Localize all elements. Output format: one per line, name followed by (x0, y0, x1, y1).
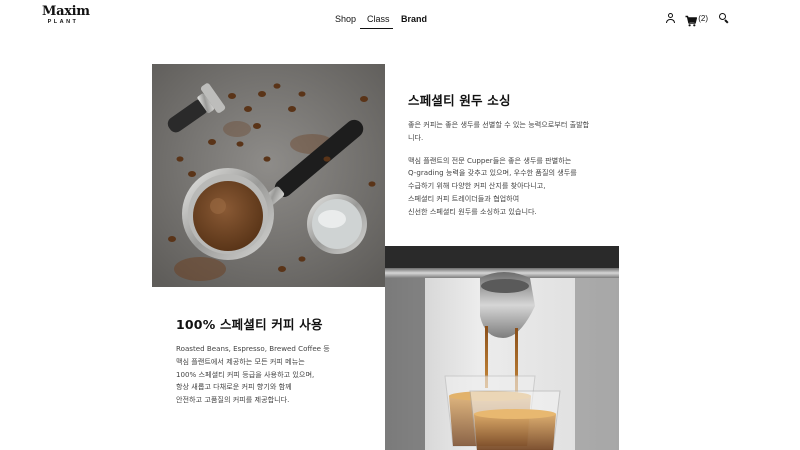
body-line: 좋은 커피는 좋은 생두를 선별할 수 있는 능력으로부터 출발합 (408, 120, 590, 129)
body-line: 신선한 스페셜티 원두를 소싱하고 있습니다. (408, 206, 537, 216)
cart-icon (685, 12, 698, 27)
logo[interactable]: Maxim PLANT (42, 4, 90, 27)
nav-item-shop[interactable]: Shop (335, 13, 356, 25)
body-line: 니다. (408, 132, 424, 142)
body-line: 안전하고 고품질의 커피를 제공합니다. (176, 395, 290, 405)
logo-wordmark: Maxim (42, 4, 90, 19)
logo-subtitle: PLANT (47, 19, 79, 25)
body-line: Roasted Beans, Espresso, Brewed Coffee 등 (176, 344, 330, 353)
section-body: Roasted Beans, Espresso, Brewed Coffee 등… (176, 343, 376, 407)
nav-item-class[interactable]: Class (367, 13, 390, 25)
nav-active-indicator (360, 28, 393, 29)
body-line: 수급하기 위해 다양한 커피 산지를 찾아다니고, (408, 181, 546, 191)
body-line: Q-grading 능력을 갖추고 있으며, 우수한 품질의 생두를 (408, 168, 577, 178)
user-icon[interactable] (665, 12, 677, 24)
body-line: 100% 스페셜티 커피 등급을 사용하고 있으며, (176, 369, 315, 379)
body-line: 스페셜티 커피 트레이더들과 협업하여 (408, 193, 520, 203)
section-title: 100% 스페셜티 커피 사용 (176, 317, 323, 332)
body-line: 맥심 플랜트에서 제공하는 모든 커피 메뉴는 (176, 356, 305, 366)
espresso-pour-image (385, 246, 619, 450)
section-specialty-coffee: 100% 스페셜티 커피 사용 Roasted Beans, Espresso,… (176, 316, 376, 407)
cart-button[interactable]: (2) (685, 12, 708, 27)
cart-count: (2) (698, 13, 708, 23)
portafilter-image (152, 64, 385, 287)
search-icon[interactable] (718, 12, 730, 24)
section-body: 좋은 커피는 좋은 생두를 선별할 수 있는 능력으로부터 출발합 니다. 맥심… (408, 119, 608, 219)
body-line: 맥심 플랜트의 전문 Cupper들은 좋은 생두를 판별하는 (408, 155, 572, 165)
header-utilities: (2) (665, 11, 730, 27)
section-bean-sourcing: 스페셜티 원두 소싱 좋은 커피는 좋은 생두를 선별할 수 있는 능력으로부터… (408, 92, 608, 219)
nav-item-brand[interactable]: Brand (401, 13, 427, 25)
section-title: 스페셜티 원두 소싱 (408, 93, 511, 108)
body-line: 항상 새롭고 다채로운 커피 향기와 함께 (176, 382, 292, 392)
